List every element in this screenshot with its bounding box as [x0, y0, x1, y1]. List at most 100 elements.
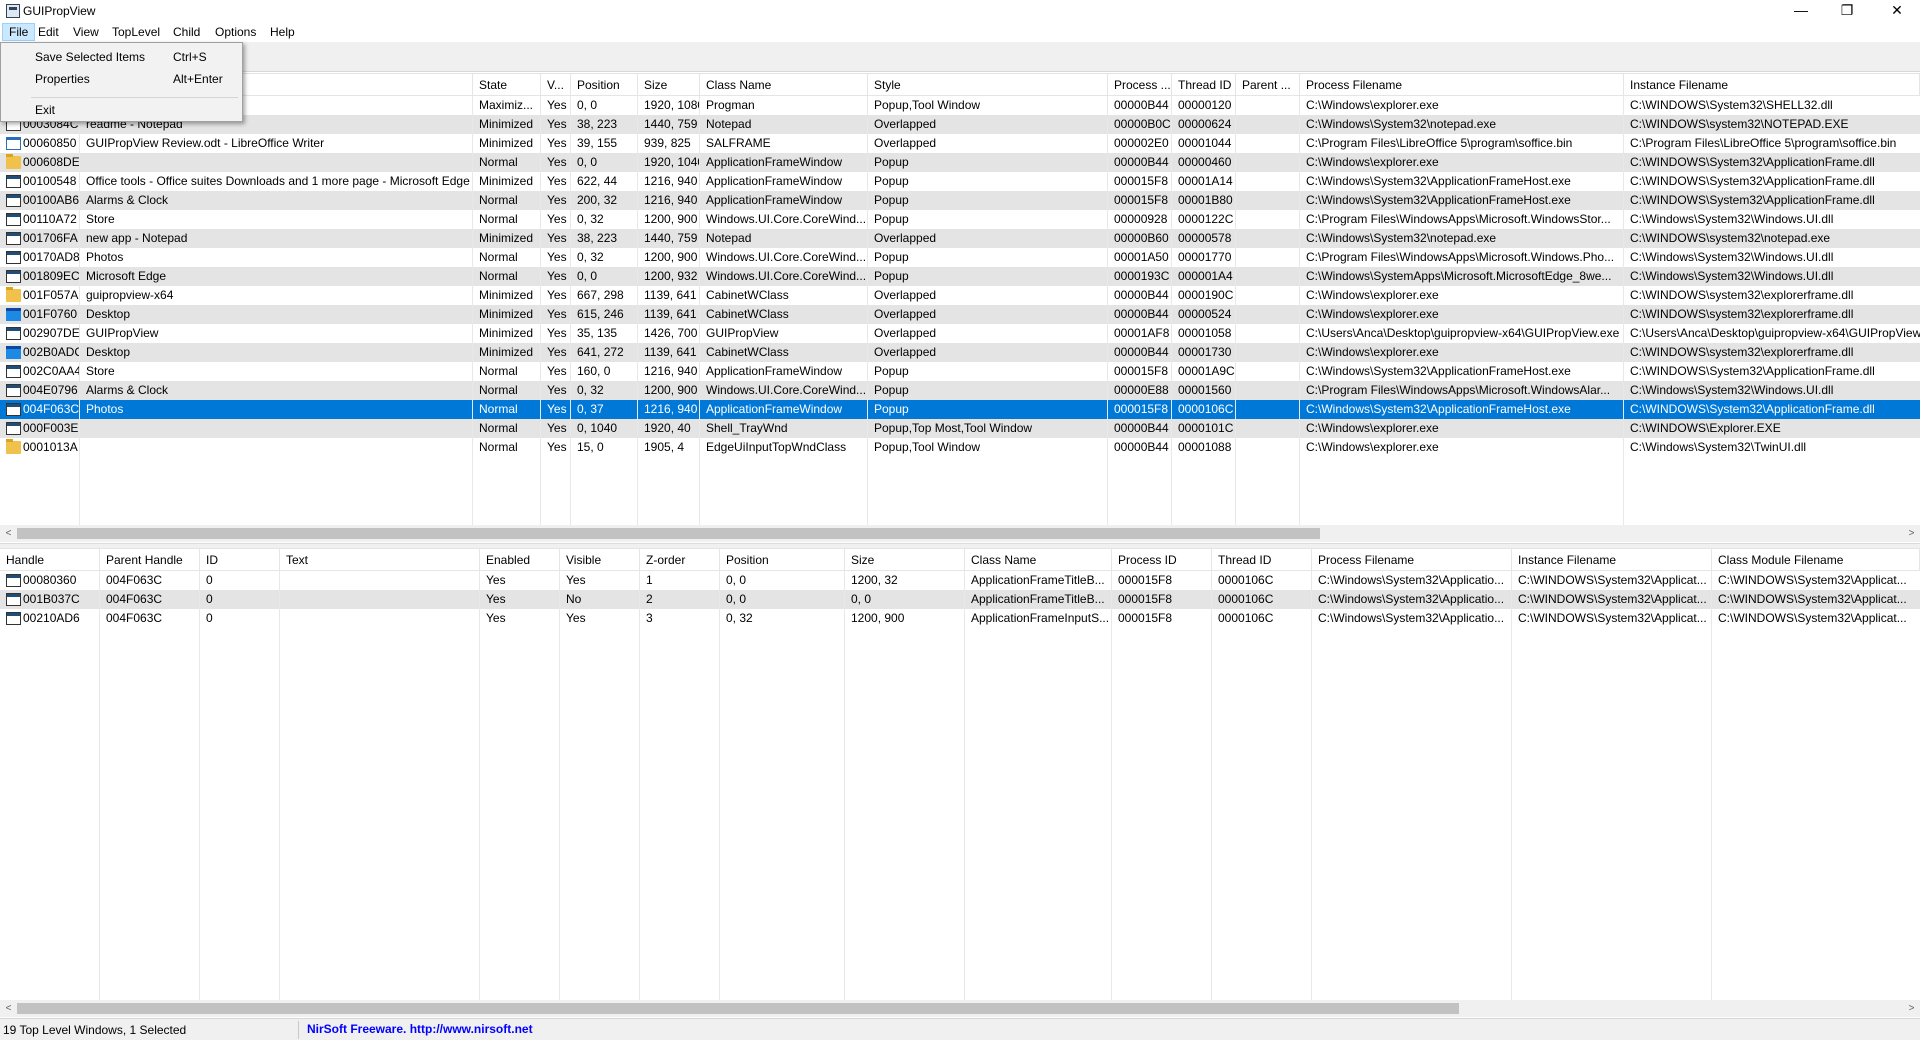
column-header[interactable]: Z-order	[640, 549, 720, 571]
column-header[interactable]: Position	[571, 74, 638, 96]
scroll-right-arrow[interactable]: >	[1903, 525, 1920, 542]
menu-edit[interactable]: Edit	[32, 23, 65, 41]
table-row[interactable]: 001F0760 Desktop Minimized Yes 615, 246 1139,…	[0, 305, 1920, 324]
minimize-button[interactable]: —	[1778, 0, 1824, 22]
cell-class: ApplicationFrameTitleB...	[971, 573, 1105, 587]
menu-help[interactable]: Help	[264, 23, 301, 41]
column-header[interactable]: V...	[541, 74, 571, 96]
cell-tid: 00000624	[1178, 117, 1232, 131]
table-row[interactable]: 0001013A Normal Yes 15, 0 1905, 4 EdgeUiInput…	[0, 438, 1920, 457]
table-row[interactable]: 00100AB6 Alarms & Clock Normal Yes 200, 32 12…	[0, 191, 1920, 210]
cell-parent	[1236, 210, 1300, 229]
table-row[interactable]: 004F063C Photos Normal Yes 0, 37 1216, 940 App…	[0, 400, 1920, 419]
scroll-thumb[interactable]	[17, 528, 1320, 539]
cell-position: 0, 0	[577, 98, 598, 112]
cell-tid: 00001088	[1178, 440, 1232, 454]
table-row[interactable]: 004E0796 Alarms & Clock Normal Yes 0, 32 1200…	[0, 381, 1920, 400]
table-row[interactable]: 00170AD8 Photos Normal Yes 0, 32 1200, 900 Win…	[0, 248, 1920, 267]
column-header[interactable]: Text	[280, 549, 480, 571]
table-row[interactable]: 00210AD6 004F063C 0 Yes Yes 3 0, 32 1200, 900 Ap…	[0, 609, 1920, 628]
cell-parent	[1236, 362, 1300, 381]
column-header[interactable]: Handle	[0, 549, 100, 571]
menu-item-shortcut: Ctrl+S	[173, 50, 207, 64]
cell-parent: 004F063C	[106, 573, 163, 587]
menu-options[interactable]: Options	[209, 23, 262, 41]
table-row[interactable]: 000608DE Normal Yes 0, 0 1920, 1040 Applicati…	[0, 153, 1920, 172]
menu-properties[interactable]: Properties Alt+Enter	[3, 69, 240, 89]
menu-child[interactable]: Child	[167, 23, 206, 41]
menu-toplevel[interactable]: TopLevel	[106, 23, 166, 41]
cell-proc-file: C:\Windows\explorer.exe	[1306, 421, 1439, 435]
column-header[interactable]: Style	[868, 74, 1108, 96]
cell-size: 1440, 759	[644, 231, 698, 245]
scroll-thumb[interactable]	[17, 1003, 1459, 1014]
table-row[interactable]: Maximiz... Yes 0, 0 1920, 1080 Progman Popup,…	[0, 96, 1920, 115]
cell-style: Popup,Tool Window	[874, 98, 981, 112]
cell-position: 200, 32	[577, 193, 618, 207]
menu-exit[interactable]: Exit	[3, 100, 240, 120]
close-button[interactable]: ✕	[1874, 0, 1920, 22]
table-row[interactable]: 002B0ADC Desktop Minimized Yes 641, 272 1139,…	[0, 343, 1920, 362]
cell-handle: 001809EC	[23, 269, 80, 283]
column-header[interactable]: Parent ...	[1236, 74, 1300, 96]
column-header[interactable]: Size	[638, 74, 700, 96]
table-row[interactable]: 00110A72 Store Normal Yes 0, 32 1200, 900 Wind…	[0, 210, 1920, 229]
column-header[interactable]: Process Filename	[1300, 74, 1624, 96]
cell-proc-file: C:\Windows\System32\ApplicationFrameHost…	[1306, 193, 1571, 207]
column-header[interactable]: Visible	[560, 549, 640, 571]
column-header[interactable]: Process Filename	[1312, 549, 1512, 571]
column-header[interactable]: Parent Handle	[100, 549, 200, 571]
table-row[interactable]: 001B037C 004F063C 0 Yes No 2 0, 0 0, 0 Applicati…	[0, 590, 1920, 609]
bottom-list-hscrollbar[interactable]: < >	[0, 1000, 1920, 1017]
cell-position: 35, 135	[577, 326, 618, 340]
cell-visible: Yes	[566, 573, 586, 587]
cell-tid: 0000106C	[1218, 611, 1274, 625]
menu-file[interactable]: File	[2, 23, 36, 41]
cell-handle: 002C0AA4	[23, 364, 80, 378]
cell-size: 1200, 900	[644, 250, 698, 264]
table-row[interactable]: 00100548 Office tools - Office suites Dow…	[0, 172, 1920, 191]
cell-handle: 004E0796	[23, 383, 78, 397]
column-header[interactable]: Class Name	[965, 549, 1112, 571]
cell-tid: 0000190C	[1178, 288, 1234, 302]
table-row[interactable]: 0003084C readme - Notepad Minimized Yes 38, …	[0, 115, 1920, 134]
table-row[interactable]: 00080360 004F063C 0 Yes Yes 1 0, 0 1200, 32 Appl…	[0, 571, 1920, 590]
cell-size: 1440, 759	[644, 117, 698, 131]
column-header[interactable]: ID	[200, 549, 280, 571]
menu-save-selected-items[interactable]: Save Selected Items Ctrl+S	[3, 47, 240, 67]
cell-state: Normal	[479, 440, 518, 454]
cell-tid: 000001A4	[1178, 269, 1233, 283]
scroll-left-arrow[interactable]: <	[0, 525, 17, 542]
menu-view[interactable]: View	[67, 23, 105, 41]
top-list-hscrollbar[interactable]: < >	[0, 525, 1920, 542]
cell-cls-file: C:\WINDOWS\System32\Applicat...	[1718, 573, 1907, 587]
column-header[interactable]: Position	[720, 549, 845, 571]
scroll-left-arrow[interactable]: <	[0, 1000, 17, 1017]
table-row[interactable]: 000F003E Normal Yes 0, 1040 1920, 40 Shell_Tr…	[0, 419, 1920, 438]
column-header[interactable]: Thread ID	[1212, 549, 1312, 571]
cell-tid: 0000122C	[1178, 212, 1234, 226]
table-row[interactable]: 002C0AA4 Store Normal Yes 160, 0 1216, 940 App…	[0, 362, 1920, 381]
scroll-right-arrow[interactable]: >	[1903, 1000, 1920, 1017]
maximize-button[interactable]: ❐	[1824, 0, 1870, 22]
column-header[interactable]: Class Module Filename	[1712, 549, 1920, 571]
nirsoft-link[interactable]: NirSoft Freeware. http://www.nirsoft.net	[307, 1022, 533, 1036]
cell-size: 1200, 932	[644, 269, 698, 283]
table-row[interactable]: 001F057A guipropview-x64 Minimized Yes 667, …	[0, 286, 1920, 305]
table-row[interactable]: 001706FA new app - Notepad Minimized Yes 38,…	[0, 229, 1920, 248]
table-row[interactable]: 002907DE GUIPropView Minimized Yes 35, 135 14…	[0, 324, 1920, 343]
child-windows-list[interactable]: Handle Parent Handle ID Text Enabled Visible Z…	[0, 548, 1920, 1000]
top-level-windows-list[interactable]: State V... Position Size Class Name Style Proc…	[0, 73, 1920, 525]
column-header[interactable]: Process ...	[1108, 74, 1172, 96]
column-header[interactable]: Instance Filename	[1624, 74, 1920, 96]
column-header[interactable]: State	[473, 74, 541, 96]
column-header[interactable]: Enabled	[480, 549, 560, 571]
column-header[interactable]: Process ID	[1112, 549, 1212, 571]
column-header[interactable]: Instance Filename	[1512, 549, 1712, 571]
column-header[interactable]: Size	[845, 549, 965, 571]
column-header[interactable]: Class Name	[700, 74, 868, 96]
column-header[interactable]: Thread ID	[1172, 74, 1236, 96]
table-row[interactable]: 001809EC Microsoft Edge Normal Yes 0, 0 1200,…	[0, 267, 1920, 286]
table-row[interactable]: 00060850 GUIPropView Review.odt - LibreOf…	[0, 134, 1920, 153]
column-gridline	[1711, 571, 1712, 1000]
